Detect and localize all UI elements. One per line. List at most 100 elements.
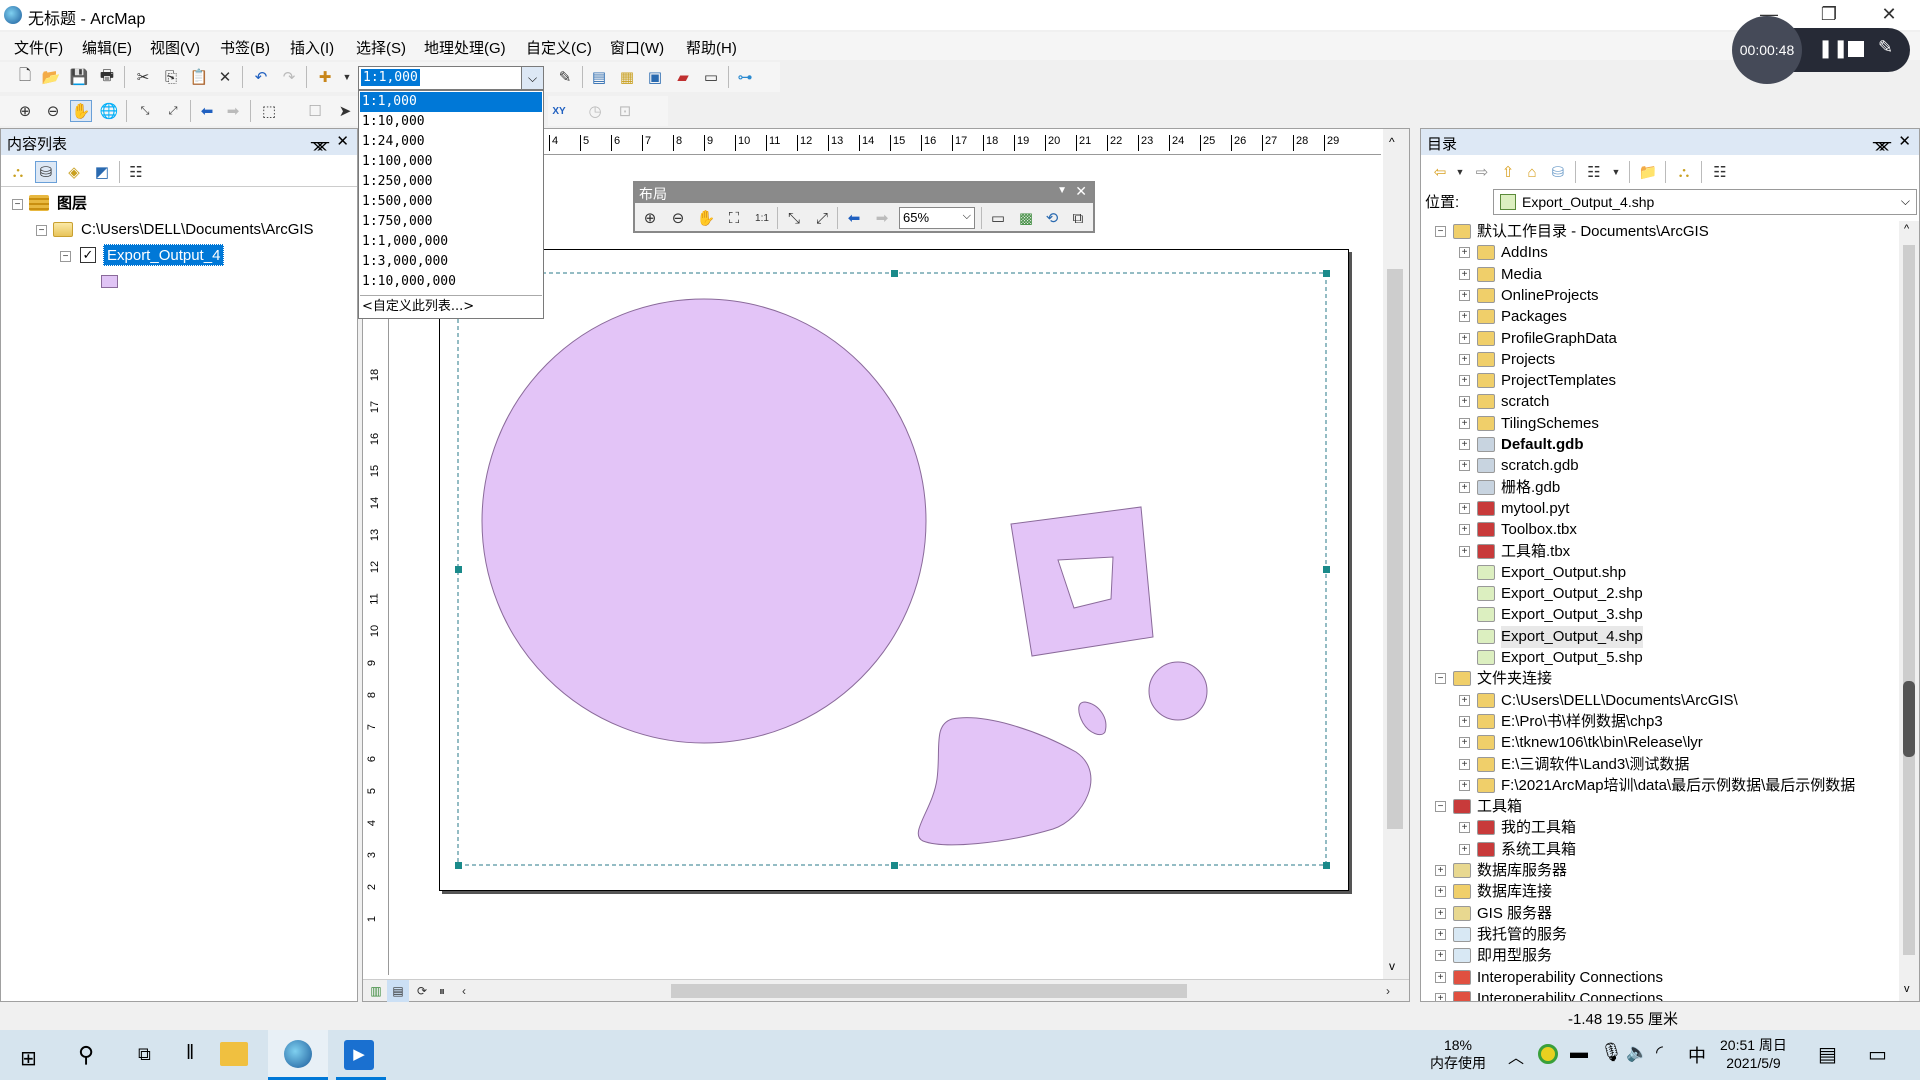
go-to-xy-icon[interactable]: XY: [548, 100, 570, 122]
feature-large-blob[interactable]: [917, 717, 1092, 846]
catalog-item[interactable]: ProjectTemplates: [1501, 370, 1616, 392]
arcmap-taskbar-button[interactable]: [268, 1030, 328, 1080]
close-icon[interactable]: ✕: [1898, 132, 1911, 150]
forward-extent-icon[interactable]: ➡: [222, 100, 244, 122]
catalog-item[interactable]: Export_Output_5.shp: [1501, 647, 1643, 669]
pen-icon[interactable]: ✎: [1878, 37, 1893, 58]
fixed-zoom-in-icon[interactable]: ⤡: [134, 100, 156, 122]
feature-large-circle[interactable]: [481, 298, 927, 744]
scroll-right-icon[interactable]: ›: [1377, 980, 1399, 1002]
catalog-item[interactable]: Packages: [1501, 306, 1567, 328]
map-scale-value[interactable]: 1:1,000: [361, 69, 420, 86]
clock[interactable]: 20:51 周日 2021/5/9: [1720, 1036, 1787, 1072]
scale-option[interactable]: 1:24,000: [360, 132, 542, 152]
magnifier-icon[interactable]: ⊡: [614, 100, 636, 122]
expand-icon[interactable]: +: [1459, 758, 1470, 770]
undo-icon[interactable]: ↶: [250, 66, 272, 88]
arctoolbox-icon[interactable]: ▰: [672, 66, 694, 88]
dropdown-icon[interactable]: ▼: [1057, 185, 1067, 196]
catalog-item[interactable]: 文件夹连接: [1477, 668, 1552, 690]
vertical-scrollbar[interactable]: ^ v: [1383, 129, 1409, 979]
battery-icon[interactable]: ▬: [1570, 1042, 1588, 1063]
pause-drawing-icon[interactable]: ⏸: [431, 980, 453, 1002]
expand-icon[interactable]: +: [1459, 460, 1470, 472]
chevron-down-icon[interactable]: ⌵: [963, 210, 971, 223]
action-center-icon[interactable]: ▭: [1868, 1042, 1887, 1067]
catalog-item[interactable]: Export_Output.shp: [1501, 562, 1626, 584]
pin-icon[interactable]: ᚘ: [1873, 133, 1891, 151]
menu-selection[interactable]: 选择(S): [356, 37, 406, 58]
expand-icon[interactable]: +: [1459, 353, 1470, 365]
expand-icon[interactable]: +: [1435, 865, 1446, 876]
expand-icon[interactable]: +: [1459, 737, 1470, 749]
expand-icon[interactable]: +: [1459, 268, 1470, 280]
search-icon[interactable]: ⚲: [78, 1042, 94, 1068]
scale-option[interactable]: 1:500,000: [360, 192, 542, 212]
views-icon[interactable]: ☷: [1583, 161, 1605, 183]
layer-symbol-swatch[interactable]: [101, 275, 118, 288]
add-data-dropdown-icon[interactable]: ▼: [336, 66, 358, 88]
expand-icon[interactable]: +: [1459, 375, 1470, 387]
select-features-icon[interactable]: ⬚: [258, 100, 280, 122]
layout-pan-icon[interactable]: ✋: [695, 207, 717, 229]
map-scale-combobox[interactable]: 1:1,000 ⌵: [358, 66, 544, 90]
scale-option[interactable]: 1:10,000,000: [360, 272, 542, 292]
modelbuilder-icon[interactable]: ⊶: [734, 66, 756, 88]
change-layout-icon[interactable]: ⟲: [1041, 207, 1063, 229]
paste-icon[interactable]: 📋: [188, 66, 210, 88]
close-icon[interactable]: ✕: [1075, 183, 1087, 200]
catalog-item[interactable]: E:\Pro\书\样例数据\chp3: [1501, 711, 1663, 733]
catalog-item[interactable]: Export_Output_2.shp: [1501, 583, 1643, 605]
save-icon[interactable]: 💾: [68, 66, 90, 88]
toggle-contents-icon[interactable]: ⛬: [1673, 161, 1695, 183]
fixed-zoom-in-icon[interactable]: ⤡: [783, 207, 805, 229]
python-window-icon[interactable]: ▭: [700, 66, 722, 88]
ime-indicator[interactable]: 中: [1688, 1042, 1706, 1068]
catalog-item[interactable]: 工具箱.tbx: [1501, 541, 1570, 563]
redo-icon[interactable]: ↷: [278, 66, 300, 88]
focus-data-frame-icon[interactable]: ▩: [1015, 207, 1037, 229]
editor-icon[interactable]: ✎: [554, 66, 576, 88]
layout-zoom-in-icon[interactable]: ⊕: [639, 207, 661, 229]
catalog-item[interactable]: 工具箱: [1477, 796, 1522, 818]
expand-icon[interactable]: +: [1435, 907, 1446, 919]
time-slider-icon[interactable]: ◷: [584, 100, 606, 122]
layout-zoom-out-icon[interactable]: ⊖: [667, 207, 689, 229]
pause-icon[interactable]: ❚❚: [1818, 38, 1848, 59]
fixed-zoom-out-icon[interactable]: ⤢: [162, 100, 184, 122]
forward-icon[interactable]: ⇨: [1471, 161, 1493, 183]
catalog-item[interactable]: ProfileGraphData: [1501, 328, 1617, 350]
expand-icon[interactable]: +: [1459, 822, 1470, 834]
zoom-in-icon[interactable]: ⊕: [14, 100, 36, 122]
zoom-whole-page-icon[interactable]: ⛶: [723, 207, 745, 229]
zoom-out-icon[interactable]: ⊖: [42, 100, 64, 122]
pin-icon[interactable]: ᚘ: [311, 133, 329, 151]
collapse-icon[interactable]: −: [60, 251, 71, 262]
layout-view-button[interactable]: ▤: [387, 980, 409, 1002]
feature-small-blob[interactable]: [1078, 701, 1107, 736]
layout-toolbar-titlebar[interactable]: 布局 ▼ ✕: [635, 183, 1093, 203]
print-icon[interactable]: 🖶: [96, 66, 118, 88]
add-data-icon[interactable]: ✚: [314, 66, 336, 88]
file-explorer-icon[interactable]: [220, 1042, 248, 1066]
list-by-source-icon[interactable]: ⛁: [35, 161, 57, 183]
catalog-vertical-scrollbar[interactable]: ^ v: [1899, 221, 1919, 1001]
menu-file[interactable]: 文件(F): [14, 37, 63, 58]
catalog-item[interactable]: 即用型服务: [1477, 945, 1552, 967]
toggle-draft-mode-icon[interactable]: ▭: [987, 207, 1009, 229]
expand-icon[interactable]: +: [1435, 971, 1446, 983]
stop-icon[interactable]: [1848, 41, 1864, 57]
back-icon[interactable]: ⇦: [1429, 161, 1451, 183]
data-view-button[interactable]: ▥: [365, 980, 387, 1002]
layers-root[interactable]: 图层: [57, 193, 87, 215]
catalog-item[interactable]: Export_Output_4.shp: [1501, 625, 1643, 648]
catalog-item[interactable]: AddIns: [1501, 242, 1548, 264]
expand-icon[interactable]: +: [1435, 886, 1446, 898]
forward-extent-icon[interactable]: ➡: [871, 207, 893, 229]
menu-bookmarks[interactable]: 书签(B): [220, 37, 270, 58]
scale-option[interactable]: 1:10,000: [360, 112, 542, 132]
home-icon[interactable]: ⌂: [1521, 161, 1543, 183]
catalog-item[interactable]: 数据库服务器: [1477, 860, 1567, 882]
chevron-down-icon[interactable]: ⌵: [521, 67, 543, 89]
catalog-item[interactable]: F:\2021ArcMap培训\data\最后示例数据\最后示例数据: [1501, 775, 1855, 797]
